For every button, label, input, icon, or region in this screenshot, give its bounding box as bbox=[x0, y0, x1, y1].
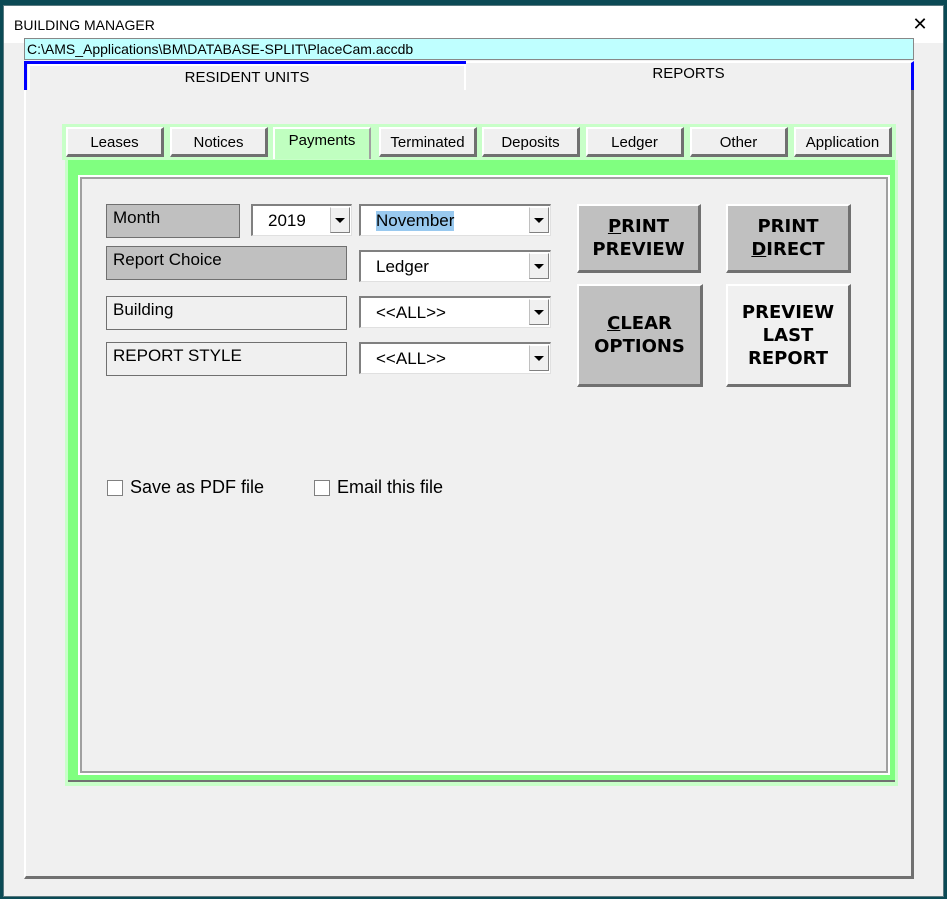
sub-tab-application[interactable]: Application bbox=[794, 127, 892, 157]
sub-tab-leases[interactable]: Leases bbox=[66, 127, 164, 157]
print-direct-button[interactable]: PRINT DIRECT bbox=[726, 204, 851, 273]
database-path-field[interactable]: C:\AMS_Applications\BM\DATABASE-SPLIT\Pl… bbox=[24, 38, 914, 60]
report-style-dropdown[interactable]: <<ALL>> bbox=[359, 342, 551, 374]
clear-options-button[interactable]: CLEAR OPTIONS bbox=[577, 284, 703, 387]
preview-last-report-line2: LAST bbox=[762, 324, 814, 346]
chevron-down-icon bbox=[335, 217, 345, 223]
preview-last-report-button[interactable]: PREVIEW LAST REPORT bbox=[726, 284, 851, 387]
save-pdf-checkbox[interactable] bbox=[107, 479, 123, 496]
building-dropdown[interactable]: <<ALL>> bbox=[359, 296, 551, 328]
preview-last-report-line1: PREVIEW bbox=[741, 301, 835, 323]
chevron-down-icon bbox=[534, 263, 544, 269]
year-value: 2019 bbox=[268, 211, 306, 230]
window-title: BUILDING MANAGER bbox=[14, 17, 155, 33]
save-pdf-label: Save as PDF file bbox=[130, 477, 265, 497]
print-preview-line1: PRINT bbox=[607, 216, 670, 237]
preview-last-report-line3: REPORT bbox=[748, 347, 828, 369]
print-direct-line2: DIRECT bbox=[751, 239, 825, 260]
sub-tab-terminated[interactable]: Terminated bbox=[379, 127, 477, 157]
report-style-value: <<ALL>> bbox=[376, 349, 446, 368]
chevron-down-icon bbox=[534, 309, 544, 315]
print-preview-line2: PREVIEW bbox=[592, 239, 685, 260]
report-choice-label: Report Choice bbox=[106, 246, 347, 280]
email-file-option[interactable]: Email this file bbox=[314, 477, 443, 498]
month-dropdown[interactable]: November bbox=[359, 204, 551, 236]
building-label: Building bbox=[106, 296, 347, 330]
clear-options-line2: OPTIONS bbox=[594, 336, 685, 357]
report-choice-dropdown-arrow[interactable] bbox=[529, 253, 549, 279]
tab-resident-units-label: RESIDENT UNITS bbox=[28, 64, 466, 90]
building-dropdown-arrow[interactable] bbox=[529, 299, 549, 325]
sub-tab-deposits[interactable]: Deposits bbox=[482, 127, 580, 157]
save-pdf-option[interactable]: Save as PDF file bbox=[107, 477, 264, 498]
close-icon: ✕ bbox=[912, 14, 928, 34]
month-dropdown-arrow[interactable] bbox=[529, 207, 549, 233]
sub-tab-payments[interactable]: Payments bbox=[273, 127, 371, 159]
clear-options-line1: CLEAR bbox=[607, 313, 672, 334]
month-value: November bbox=[376, 211, 455, 231]
sub-tab-ledger[interactable]: Ledger bbox=[586, 127, 684, 157]
year-dropdown-arrow[interactable] bbox=[330, 207, 350, 233]
print-direct-line1: PRINT bbox=[757, 216, 819, 237]
chevron-down-icon bbox=[534, 217, 544, 223]
report-choice-value: Ledger bbox=[376, 257, 429, 276]
building-value: <<ALL>> bbox=[376, 303, 446, 322]
sub-tab-other[interactable]: Other bbox=[690, 127, 788, 157]
report-choice-dropdown[interactable]: Ledger bbox=[359, 250, 551, 282]
month-label: Month bbox=[106, 204, 240, 238]
email-file-label: Email this file bbox=[337, 477, 444, 497]
year-dropdown[interactable]: 2019 bbox=[251, 204, 352, 236]
chevron-down-icon bbox=[534, 355, 544, 361]
report-style-dropdown-arrow[interactable] bbox=[529, 345, 549, 371]
print-preview-button[interactable]: PRINT PREVIEW bbox=[577, 204, 701, 273]
report-style-label: REPORT STYLE bbox=[106, 342, 347, 376]
tab-reports[interactable]: REPORTS bbox=[466, 61, 914, 90]
tab-resident-units[interactable]: RESIDENT UNITS bbox=[24, 61, 466, 90]
email-file-checkbox[interactable] bbox=[314, 479, 330, 496]
sub-tab-notices[interactable]: Notices bbox=[170, 127, 268, 157]
